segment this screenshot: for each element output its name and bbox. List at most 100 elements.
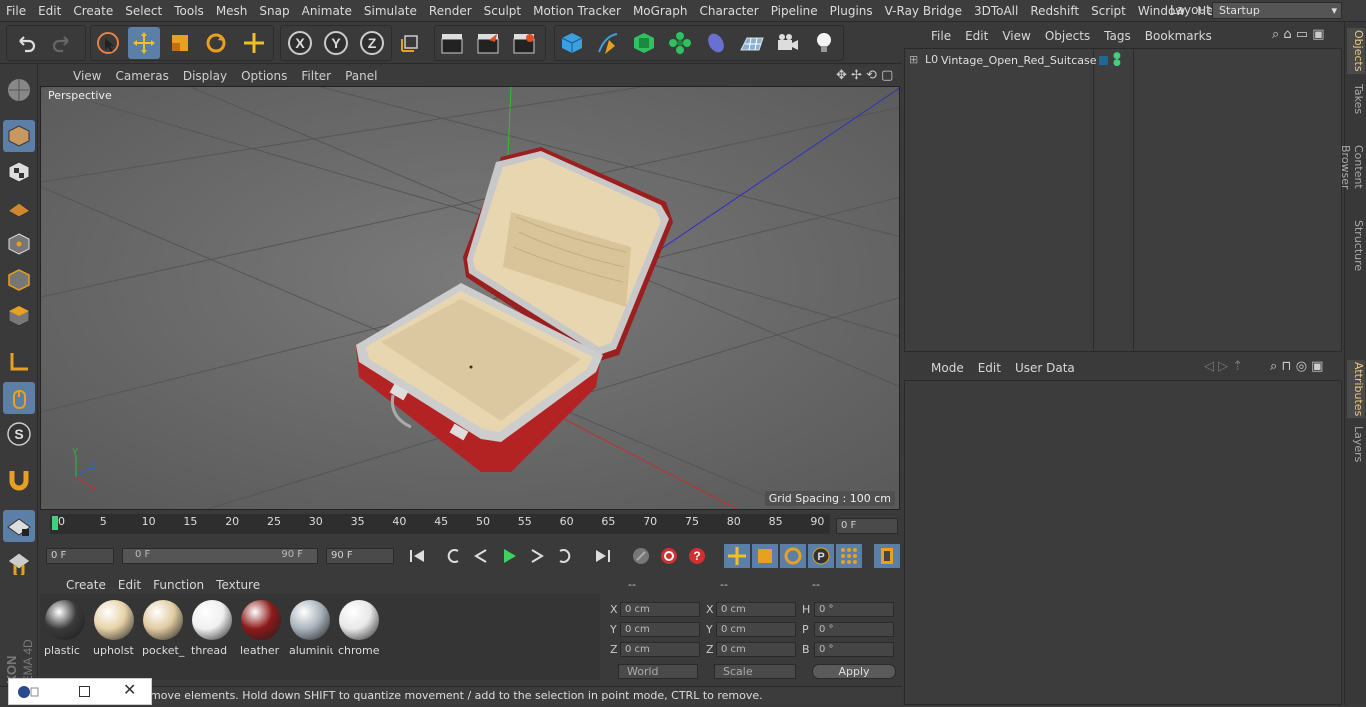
coord-value-field[interactable]: 0 cm xyxy=(716,642,796,657)
menu-tools[interactable]: Tools xyxy=(168,4,210,18)
goto-end-button[interactable] xyxy=(590,544,616,568)
key-rotation-button[interactable] xyxy=(780,544,806,568)
menu-sculpt[interactable]: Sculpt xyxy=(478,4,527,18)
tweak-mode-button[interactable] xyxy=(3,382,35,414)
objects-menu-view[interactable]: View xyxy=(995,29,1037,43)
menu-redshift[interactable]: Redshift xyxy=(1024,4,1085,18)
objects-menu-bookmarks[interactable]: Bookmarks xyxy=(1138,29,1219,43)
menu-snap[interactable]: Snap xyxy=(253,4,295,18)
key-scale-button[interactable] xyxy=(752,544,778,568)
menu-motion-tracker[interactable]: Motion Tracker xyxy=(527,4,627,18)
menu-render[interactable]: Render xyxy=(423,4,478,18)
menu-mograph[interactable]: MoGraph xyxy=(627,4,694,18)
material-swatch[interactable]: thread xyxy=(189,598,235,657)
edges-mode-button[interactable] xyxy=(3,264,35,296)
expand-plus-icon[interactable]: ⊞ xyxy=(909,53,918,66)
current-frame-field[interactable]: 0 F xyxy=(836,518,898,534)
objects-menu-edit[interactable]: Edit xyxy=(958,29,995,43)
maximize-button[interactable] xyxy=(79,686,90,697)
coords-scale-dropdown[interactable]: Scale xyxy=(714,664,796,679)
material-swatch[interactable]: upholst xyxy=(91,598,137,657)
subdivision-button[interactable] xyxy=(628,27,660,59)
menu-edit[interactable]: Edit xyxy=(32,4,67,18)
menu-pipeline[interactable]: Pipeline xyxy=(765,4,824,18)
play-button[interactable] xyxy=(496,544,522,568)
tab-structure[interactable]: Structure xyxy=(1347,218,1365,274)
viewport-menu-view[interactable]: View xyxy=(66,69,108,83)
menu-3dtoall[interactable]: 3DToAll xyxy=(968,4,1024,18)
coord-value-field[interactable]: 0 ° xyxy=(814,602,894,617)
3d-viewport[interactable]: Y Z X Perspective Grid Spacing : 100 cm xyxy=(40,86,900,510)
rotate-tool-button[interactable] xyxy=(200,27,232,59)
tab-attributes[interactable]: Attributes xyxy=(1347,360,1365,418)
viewport-menu-display[interactable]: Display xyxy=(176,69,234,83)
layout-dropdown[interactable]: Startup xyxy=(1212,2,1342,19)
coord-value-field[interactable]: 0 ° xyxy=(814,622,894,637)
preview-range-slider[interactable]: 0 F 90 F xyxy=(122,548,318,564)
material-menu-function[interactable]: Function xyxy=(147,578,210,592)
viewport-menu-cameras[interactable]: Cameras xyxy=(108,69,175,83)
menu-character[interactable]: Character xyxy=(693,4,764,18)
points-mode-button[interactable] xyxy=(3,228,35,260)
objects-menu-tags[interactable]: Tags xyxy=(1097,29,1138,43)
coord-value-field[interactable]: 0 cm xyxy=(620,642,700,657)
coords-apply-button[interactable]: Apply xyxy=(812,664,896,679)
solo-button[interactable]: S xyxy=(3,418,35,450)
camera-button[interactable] xyxy=(772,27,804,59)
light-button[interactable] xyxy=(808,27,840,59)
coord-value-field[interactable]: 0 cm xyxy=(716,622,796,637)
scale-tool-button[interactable] xyxy=(164,27,196,59)
viewport-nav-icons[interactable]: ✥ ✢ ⟲ ▢ xyxy=(836,68,893,83)
x-axis-button[interactable]: X xyxy=(284,27,316,59)
menu-animate[interactable]: Animate xyxy=(296,4,358,18)
viewport-camera-label[interactable]: Perspective xyxy=(45,89,115,102)
deformer-button[interactable] xyxy=(700,27,732,59)
coord-value-field[interactable]: 0 ° xyxy=(814,642,894,657)
render-view-button[interactable] xyxy=(436,27,468,59)
snap-button[interactable] xyxy=(3,464,35,496)
key-pla-button[interactable] xyxy=(836,544,862,568)
material-swatch[interactable]: plastic xyxy=(42,598,88,657)
material-swatch[interactable]: aluminiu xyxy=(287,598,333,657)
end-frame-field[interactable]: 90 F xyxy=(326,548,394,564)
goto-start-button[interactable] xyxy=(404,544,430,568)
material-menu-texture[interactable]: Texture xyxy=(210,578,266,592)
record-button[interactable] xyxy=(656,544,682,568)
redo-button[interactable] xyxy=(46,27,78,59)
viewport-menu-options[interactable]: Options xyxy=(234,69,294,83)
material-swatch[interactable]: chrome xyxy=(336,598,382,657)
quantize-button[interactable] xyxy=(3,546,35,578)
menu-simulate[interactable]: Simulate xyxy=(358,4,423,18)
tab-takes[interactable]: Takes xyxy=(1347,82,1365,116)
axis-mode-button[interactable] xyxy=(3,346,35,378)
viewport-menu-filter[interactable]: Filter xyxy=(294,69,338,83)
coord-value-field[interactable]: 0 cm xyxy=(716,602,796,617)
menu-script[interactable]: Script xyxy=(1085,4,1132,18)
attributes-search-icon[interactable]: ⌕ ⊓ ◎ ▣ xyxy=(1270,359,1323,374)
attributes-menu-mode[interactable]: Mode xyxy=(924,361,971,375)
material-swatch[interactable]: leather xyxy=(238,598,284,657)
menu-create[interactable]: Create xyxy=(67,4,119,18)
material-menu-edit[interactable]: Edit xyxy=(112,578,147,592)
close-button[interactable]: ✕ xyxy=(123,680,136,699)
key-parameter-button[interactable]: P xyxy=(808,544,834,568)
cloner-button[interactable] xyxy=(664,27,696,59)
coord-value-field[interactable]: 0 cm xyxy=(620,622,700,637)
start-frame-field[interactable]: 0 F xyxy=(46,548,114,564)
model-mode-button[interactable] xyxy=(3,120,35,152)
objects-menu-file[interactable]: File xyxy=(924,29,958,43)
texture-mode-button[interactable] xyxy=(3,156,35,188)
tab-layers[interactable]: Layers xyxy=(1347,424,1365,464)
live-select-button[interactable] xyxy=(92,27,124,59)
render-picture-viewer-button[interactable] xyxy=(472,27,504,59)
z-axis-button[interactable]: Z xyxy=(356,27,388,59)
object-row[interactable]: ⊞ L0 Vintage_Open_Red_Suitcase ● ● xyxy=(905,51,1341,71)
floor-button[interactable] xyxy=(736,27,768,59)
tab-content-browser[interactable]: Content Browser xyxy=(1339,122,1365,212)
cube-button[interactable] xyxy=(556,27,588,59)
object-name[interactable]: Vintage_Open_Red_Suitcase xyxy=(941,54,1097,67)
attributes-nav-arrows-icon[interactable]: ◁ ▷ ⇡ xyxy=(1204,359,1243,374)
polygons-mode-button[interactable] xyxy=(3,300,35,332)
timeline-ruler[interactable]: 0 5 10 15 20 25 30 35 40 45 50 55 60 65 70 75 80 85 90 0 F xyxy=(40,512,900,536)
material-swatch[interactable]: pocket_ xyxy=(140,598,186,657)
